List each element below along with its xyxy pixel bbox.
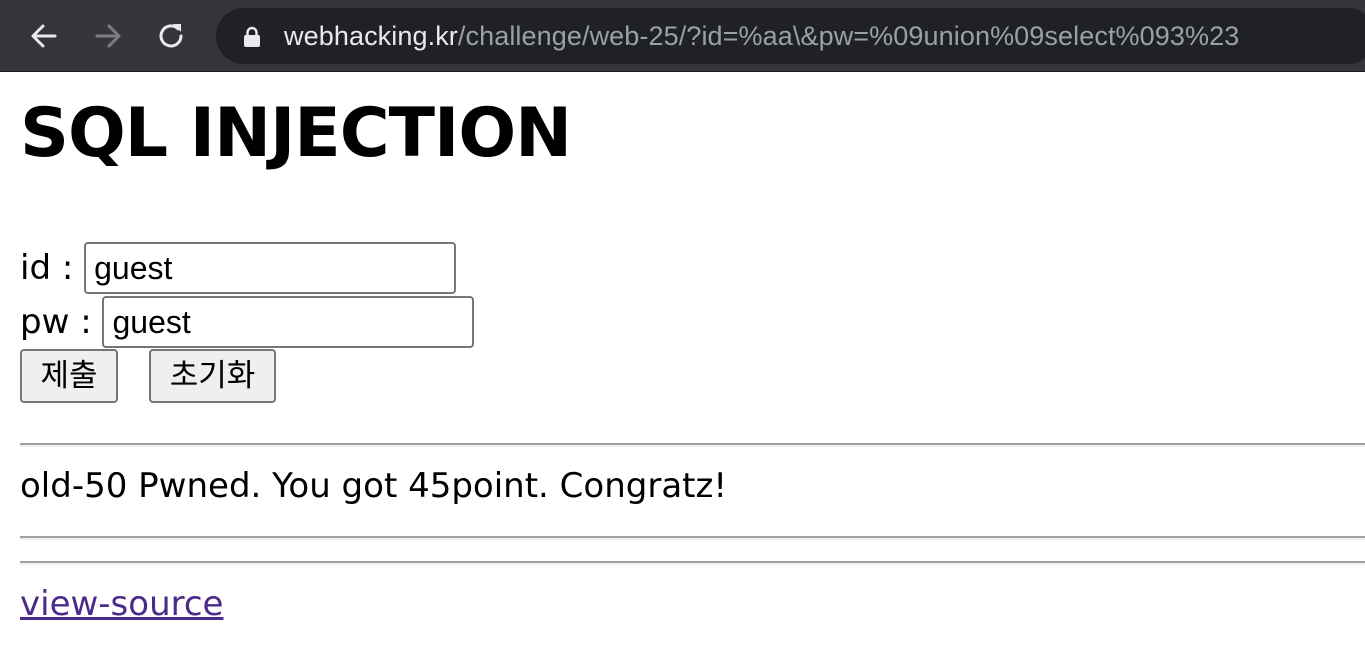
submit-button[interactable]: 제출 [20, 349, 118, 403]
divider-top [20, 443, 1365, 447]
result-message: old-50 Pwned. You got 45point. Congratz! [20, 466, 727, 506]
back-arrow-icon [31, 24, 57, 48]
lock-icon[interactable] [242, 26, 262, 48]
reset-button[interactable]: 초기화 [149, 349, 276, 403]
reload-button[interactable] [152, 16, 192, 56]
page-title: SQL INJECTION [20, 94, 572, 173]
view-source-link[interactable]: view-source [20, 584, 223, 624]
pw-label: pw : [20, 302, 103, 342]
url-path: /challenge/web-25/?id=%aa\&pw=%09union%0… [457, 21, 1240, 51]
url-host: webhacking.kr [284, 21, 458, 51]
browser-toolbar: webhacking.kr/challenge/web-25/?id=%aa\&… [0, 0, 1365, 72]
pw-row: pw : [20, 296, 475, 348]
id-row: id : [20, 242, 457, 294]
address-bar[interactable]: webhacking.kr/challenge/web-25/?id=%aa\&… [216, 8, 1365, 64]
forward-button[interactable] [88, 16, 128, 56]
pw-input[interactable] [102, 296, 475, 348]
url-text[interactable]: webhacking.kr/challenge/web-25/?id=%aa\&… [284, 8, 1239, 64]
id-input[interactable] [84, 242, 457, 294]
forward-arrow-icon [95, 24, 121, 48]
divider-middle-1 [20, 536, 1365, 540]
divider-middle-2 [20, 561, 1365, 565]
back-button[interactable] [24, 16, 64, 56]
reload-icon [159, 24, 183, 48]
id-label: id : [20, 248, 85, 288]
